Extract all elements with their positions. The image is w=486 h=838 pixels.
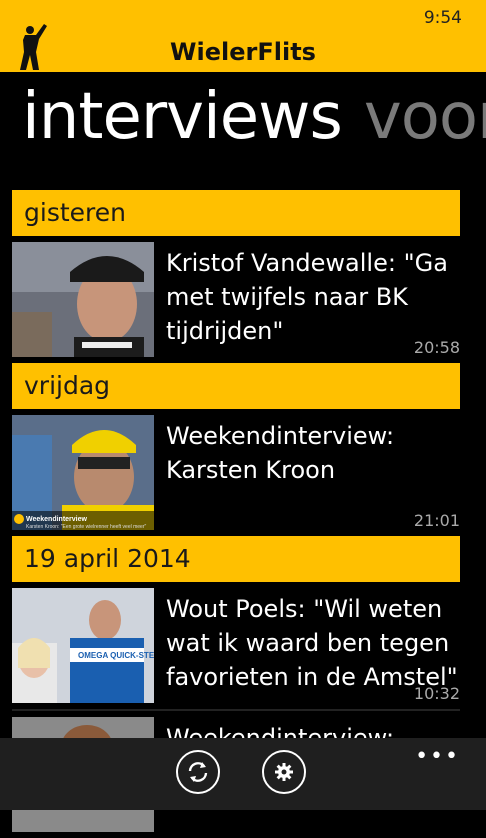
article-time: 10:32 — [413, 684, 460, 703]
thumb-caption: Weekendinterview — [26, 516, 88, 523]
article-thumbnail: Weekendinterview Karsten Kroon: "Een gro… — [12, 415, 154, 530]
article-thumbnail: OMEGA QUICK-STEP — [12, 588, 154, 703]
refresh-button[interactable] — [176, 750, 220, 794]
list-item[interactable]: Weekendinterview Karsten Kroon: "Een gro… — [12, 415, 460, 530]
refresh-icon — [188, 762, 208, 782]
pivot-item-interviews[interactable]: interviews — [22, 80, 343, 154]
group-header[interactable]: 19 april 2014 — [12, 536, 460, 582]
app-bar: ••• — [0, 738, 486, 810]
status-time: 9:54 — [423, 8, 462, 28]
article-title: Weekendinterview: Karsten Kroon — [166, 422, 395, 484]
article-time: 21:01 — [413, 511, 460, 530]
article-title: Wout Poels: "Wil weten wat ik waard ben … — [166, 595, 458, 691]
more-menu-button[interactable]: ••• — [415, 744, 460, 769]
article-time: 20:58 — [413, 338, 460, 357]
group-header[interactable]: gisteren — [12, 190, 460, 236]
thumb-caption: OMEGA QUICK-STEP — [78, 651, 154, 660]
title-bar: 9:54 WielerFlits — [0, 0, 486, 72]
settings-button[interactable] — [262, 750, 306, 794]
article-title: Kristof Vandewalle: "Ga met twijfels naa… — [166, 249, 448, 345]
pivot-header: interviews voor — [22, 80, 486, 166]
group-header[interactable]: vrijdag — [12, 363, 460, 409]
thumb-subcaption: Karsten Kroon: "Een grote wielrenner hee… — [26, 524, 147, 530]
article-thumbnail — [12, 242, 154, 357]
list-item[interactable]: OMEGA QUICK-STEP Wout Poels: "Wil weten … — [12, 588, 460, 703]
divider — [12, 709, 460, 711]
pivot-item-next[interactable]: voor — [364, 80, 486, 154]
list-item[interactable]: Kristof Vandewalle: "Ga met twijfels naa… — [12, 242, 460, 357]
gear-icon — [275, 763, 293, 781]
app-title: WielerFlits — [170, 38, 316, 66]
